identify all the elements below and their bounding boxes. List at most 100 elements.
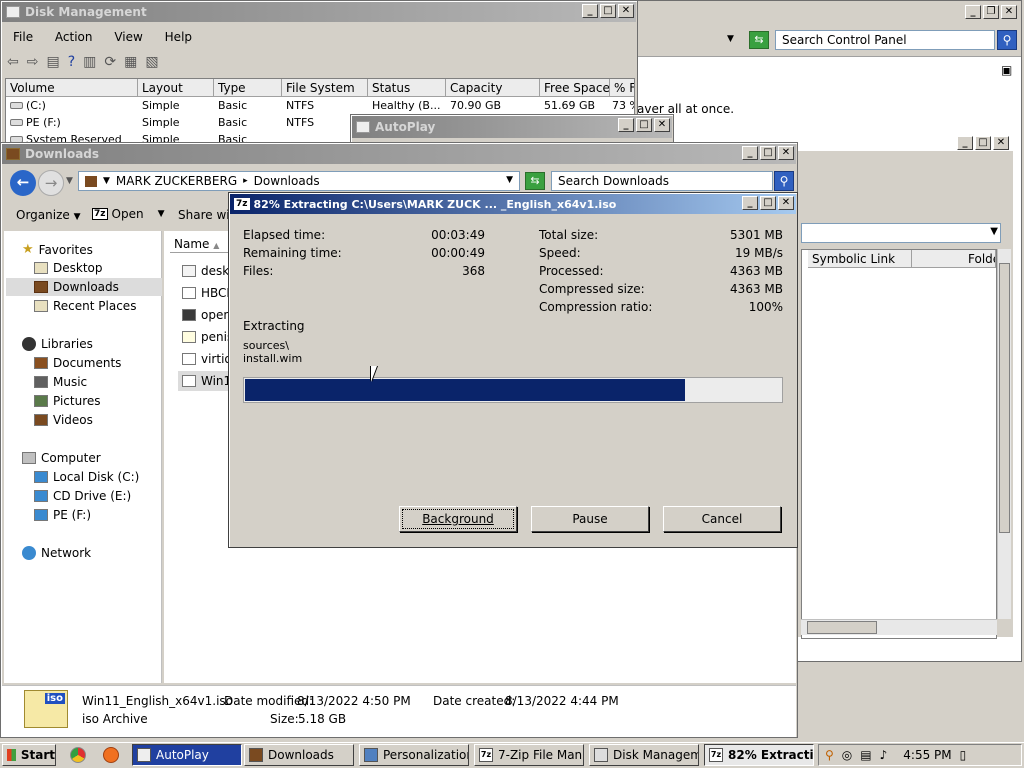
menu-help[interactable]: Help <box>165 30 192 44</box>
start-button[interactable]: Start <box>2 744 56 766</box>
refresh-icon[interactable]: ⇆ <box>749 31 769 49</box>
scrollbar-thumb[interactable] <box>807 621 877 634</box>
search-icon[interactable]: ⚲ <box>774 171 794 191</box>
background-button[interactable]: Background <box>399 506 517 532</box>
forward-arrow-icon[interactable]: ⇨ <box>27 54 39 70</box>
network-icon[interactable]: ▤ <box>860 748 871 762</box>
nav-videos[interactable]: Videos <box>34 413 93 427</box>
help-book-icon[interactable]: ▣ <box>1001 63 1012 77</box>
column-header-folder[interactable]: Folde <box>912 250 996 268</box>
column-header-percent-free[interactable]: % Fr <box>610 79 634 97</box>
breadcrumb[interactable]: ▼ MARK ZUCKERBERG ▸ Downloads ▼ <box>78 171 520 191</box>
nav-cd-drive[interactable]: CD Drive (E:) <box>34 489 131 503</box>
close-icon[interactable]: ✕ <box>618 4 634 18</box>
menu-file[interactable]: File <box>13 30 33 44</box>
nav-libraries[interactable]: Libraries <box>22 337 93 351</box>
nav-favorites[interactable]: ★ Favorites <box>22 242 93 257</box>
back-arrow-icon[interactable]: ⇦ <box>7 54 19 70</box>
taskbar-item-7zip-file-manager[interactable]: 7z7-Zip File Man... <box>474 744 584 766</box>
details-icon[interactable]: ▥ <box>83 54 96 70</box>
column-header-capacity[interactable]: Capacity <box>446 79 540 97</box>
nav-local-disk[interactable]: Local Disk (C:) <box>34 470 139 484</box>
help-icon[interactable]: ? <box>68 54 75 70</box>
notification-icon[interactable]: ▯ <box>960 748 967 762</box>
organize-button[interactable]: Organize ▼ <box>16 208 81 222</box>
minimize-icon[interactable]: _ <box>742 146 758 160</box>
minimize-icon[interactable]: _ <box>582 4 598 18</box>
list-item[interactable]: penis <box>182 330 233 344</box>
vertical-scrollbar[interactable] <box>997 249 1011 619</box>
close-icon[interactable]: ✕ <box>1001 5 1017 19</box>
horizontal-scrollbar[interactable] <box>801 619 997 635</box>
taskbar-item-extracting[interactable]: 7z82% Extracti... <box>704 744 814 766</box>
nav-music[interactable]: Music <box>34 375 87 389</box>
console-tree-icon[interactable]: ▤ <box>46 54 59 70</box>
column-header-status[interactable]: Status <box>368 79 446 97</box>
minimize-icon[interactable]: _ <box>965 5 981 19</box>
pause-button[interactable]: Pause <box>531 506 649 532</box>
breadcrumb-item-user[interactable]: MARK ZUCKERBERG <box>116 174 237 188</box>
column-header-free-space[interactable]: Free Space <box>540 79 610 97</box>
close-icon[interactable]: ✕ <box>778 146 794 160</box>
maximize-icon[interactable]: □ <box>760 196 776 210</box>
clock[interactable]: 4:55 PM <box>903 748 951 762</box>
forward-arrow-icon[interactable]: → <box>38 170 64 196</box>
column-header-type[interactable]: Type <box>214 79 282 97</box>
chrome-icon[interactable] <box>70 747 86 763</box>
scrollbar-thumb[interactable] <box>999 263 1010 533</box>
column-header-file-system[interactable]: File System <box>282 79 368 97</box>
open-button[interactable]: 7z Open ▼ <box>92 207 165 221</box>
downloads-titlebar[interactable]: Downloads _ □ ✕ <box>2 144 796 164</box>
close-icon[interactable]: ✕ <box>993 136 1009 150</box>
search-icon[interactable]: ⚲ <box>997 30 1017 50</box>
cancel-button[interactable]: Cancel <box>663 506 781 532</box>
close-icon[interactable]: ✕ <box>778 196 794 210</box>
properties-icon[interactable]: ▦ <box>124 54 137 70</box>
rescan-icon[interactable]: ▧ <box>145 54 158 70</box>
menu-view[interactable]: View <box>114 30 142 44</box>
nav-recent-places[interactable]: Recent Places <box>34 299 136 313</box>
nav-documents[interactable]: Documents <box>34 356 121 370</box>
maximize-icon[interactable]: □ <box>636 118 652 132</box>
taskbar-item-autoplay[interactable]: AutoPlay <box>132 744 242 766</box>
nav-pe-drive[interactable]: PE (F:) <box>34 508 91 522</box>
autoplay-titlebar[interactable]: AutoPlay _ □ ✕ <box>352 116 672 138</box>
minimize-icon[interactable]: _ <box>618 118 634 132</box>
control-panel-search-input[interactable]: Search Control Panel <box>775 30 995 50</box>
nav-pictures[interactable]: Pictures <box>34 394 101 408</box>
list-item[interactable]: deskt <box>182 264 234 278</box>
minimize-icon[interactable]: _ <box>957 136 973 150</box>
column-header-volume[interactable]: Volume <box>6 79 138 97</box>
extract-dialog-titlebar[interactable]: 7z 82% Extracting C:\Users\MARK ZUCK ...… <box>230 194 796 214</box>
menu-action[interactable]: Action <box>55 30 93 44</box>
back-arrow-icon[interactable]: ← <box>10 170 36 196</box>
chevron-down-icon[interactable]: ▼ <box>727 34 734 44</box>
minimize-icon[interactable]: _ <box>742 196 758 210</box>
maximize-icon[interactable]: □ <box>975 136 991 150</box>
nav-computer[interactable]: Computer <box>22 451 101 465</box>
list-item[interactable]: Win1 <box>182 374 231 388</box>
search-downloads-input[interactable]: Search Downloads <box>551 171 773 191</box>
refresh-icon[interactable]: ⇆ <box>525 172 545 190</box>
nav-downloads[interactable]: Downloads <box>34 280 119 294</box>
breadcrumb-item-downloads[interactable]: Downloads <box>254 174 320 188</box>
firefox-icon[interactable] <box>103 747 119 763</box>
maximize-icon[interactable]: □ <box>600 4 616 18</box>
volume-icon[interactable]: ♪ <box>880 748 888 762</box>
column-header-layout[interactable]: Layout <box>138 79 214 97</box>
taskbar-item-personalization[interactable]: Personalization <box>359 744 469 766</box>
close-icon[interactable]: ✕ <box>654 118 670 132</box>
chevron-down-icon[interactable]: ▼ <box>103 176 110 186</box>
tray-icon[interactable]: ◎ <box>842 748 852 762</box>
nav-network[interactable]: Network <box>22 546 91 560</box>
table-row[interactable]: (C:) Simple Basic NTFS Healthy (B... 70.… <box>6 97 634 114</box>
chevron-down-icon[interactable]: ▼ <box>66 176 73 186</box>
disk-management-titlebar[interactable]: Disk Management _ □ ✕ <box>2 2 636 22</box>
search-icon[interactable]: ⚲ <box>825 748 834 762</box>
taskbar-item-disk-management[interactable]: Disk Management <box>589 744 699 766</box>
nav-desktop[interactable]: Desktop <box>34 261 103 275</box>
restore-icon[interactable]: ❐ <box>983 5 999 19</box>
control-panel-dropdown[interactable]: ▼ <box>801 223 1001 243</box>
column-header-symbolic-link[interactable]: Symbolic Link <box>808 250 912 268</box>
taskbar-item-downloads[interactable]: Downloads <box>244 744 354 766</box>
